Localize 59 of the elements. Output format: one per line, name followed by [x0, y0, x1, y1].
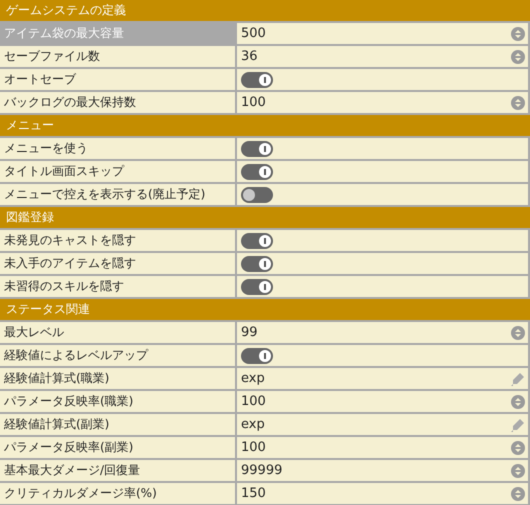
- property-label[interactable]: 未入手のアイテムを隠す: [0, 253, 237, 276]
- toggle-switch[interactable]: [241, 256, 273, 272]
- property-label[interactable]: クリティカルダメージ率(%): [0, 483, 237, 505]
- property-label[interactable]: タイトル画面スキップ: [0, 161, 237, 184]
- spinner-icon[interactable]: [511, 26, 525, 40]
- property-label[interactable]: パラメータ反映率(副業): [0, 437, 237, 460]
- toggle-switch[interactable]: [241, 186, 273, 202]
- section-header: 図鑑登録: [0, 207, 530, 230]
- value-field[interactable]: exp: [237, 414, 530, 437]
- spinner-icon[interactable]: [511, 464, 525, 478]
- value-text: exp: [241, 371, 266, 386]
- value-field[interactable]: 99: [237, 322, 530, 345]
- property-label[interactable]: 経験値計算式(副業): [0, 414, 237, 437]
- spinner-icon[interactable]: [511, 440, 525, 454]
- value-field[interactable]: 36: [237, 46, 530, 69]
- value-text: 500: [241, 26, 267, 41]
- value-text: 36: [241, 49, 259, 64]
- spinner-icon[interactable]: [511, 96, 525, 110]
- spinner-icon[interactable]: [511, 394, 525, 408]
- value-field[interactable]: 500: [237, 23, 530, 46]
- toggle-switch[interactable]: [241, 348, 273, 364]
- spinner-icon[interactable]: [511, 50, 525, 64]
- property-label[interactable]: 最大レベル: [0, 322, 237, 345]
- property-label[interactable]: セーブファイル数: [0, 46, 237, 69]
- value-field[interactable]: 100: [237, 437, 530, 460]
- value-text: 150: [241, 486, 267, 501]
- property-label[interactable]: 経験値計算式(職業): [0, 368, 237, 391]
- spinner-icon[interactable]: [511, 486, 525, 500]
- section-header: ゲームシステムの定義: [0, 0, 530, 23]
- value-field[interactable]: 150: [237, 483, 530, 505]
- property-label[interactable]: 未習得のスキルを隠す: [0, 276, 237, 299]
- toggle-switch[interactable]: [241, 232, 273, 248]
- value-text: exp: [241, 417, 266, 432]
- property-label[interactable]: バックログの最大保持数: [0, 92, 237, 115]
- property-label[interactable]: パラメータ反映率(職業): [0, 391, 237, 414]
- section-header: メニュー: [0, 115, 530, 138]
- property-label[interactable]: メニューを使う: [0, 138, 237, 161]
- pencil-icon[interactable]: [511, 372, 525, 386]
- property-label[interactable]: 経験値によるレベルアップ: [0, 345, 237, 368]
- value-text: 100: [241, 95, 267, 110]
- value-text: 99999: [241, 463, 284, 478]
- toggle-switch[interactable]: [241, 164, 273, 180]
- toggle-switch[interactable]: [241, 278, 273, 294]
- property-label[interactable]: オートセーブ: [0, 69, 237, 92]
- section-header: ステータス関連: [0, 299, 530, 322]
- property-label[interactable]: メニューで控えを表示する(廃止予定): [0, 184, 237, 207]
- value-field[interactable]: 100: [237, 92, 530, 115]
- value-field[interactable]: exp: [237, 368, 530, 391]
- value-text: 99: [241, 325, 259, 340]
- value-text: 100: [241, 394, 267, 409]
- pencil-icon[interactable]: [511, 418, 525, 432]
- toggle-switch[interactable]: [241, 72, 273, 88]
- property-label[interactable]: 未発見のキャストを隠す: [0, 230, 237, 253]
- property-label[interactable]: 基本最大ダメージ/回復量: [0, 460, 237, 483]
- value-field[interactable]: 100: [237, 391, 530, 414]
- toggle-switch[interactable]: [241, 140, 273, 156]
- value-text: 100: [241, 440, 267, 455]
- spinner-icon[interactable]: [511, 326, 525, 340]
- value-field[interactable]: 99999: [237, 460, 530, 483]
